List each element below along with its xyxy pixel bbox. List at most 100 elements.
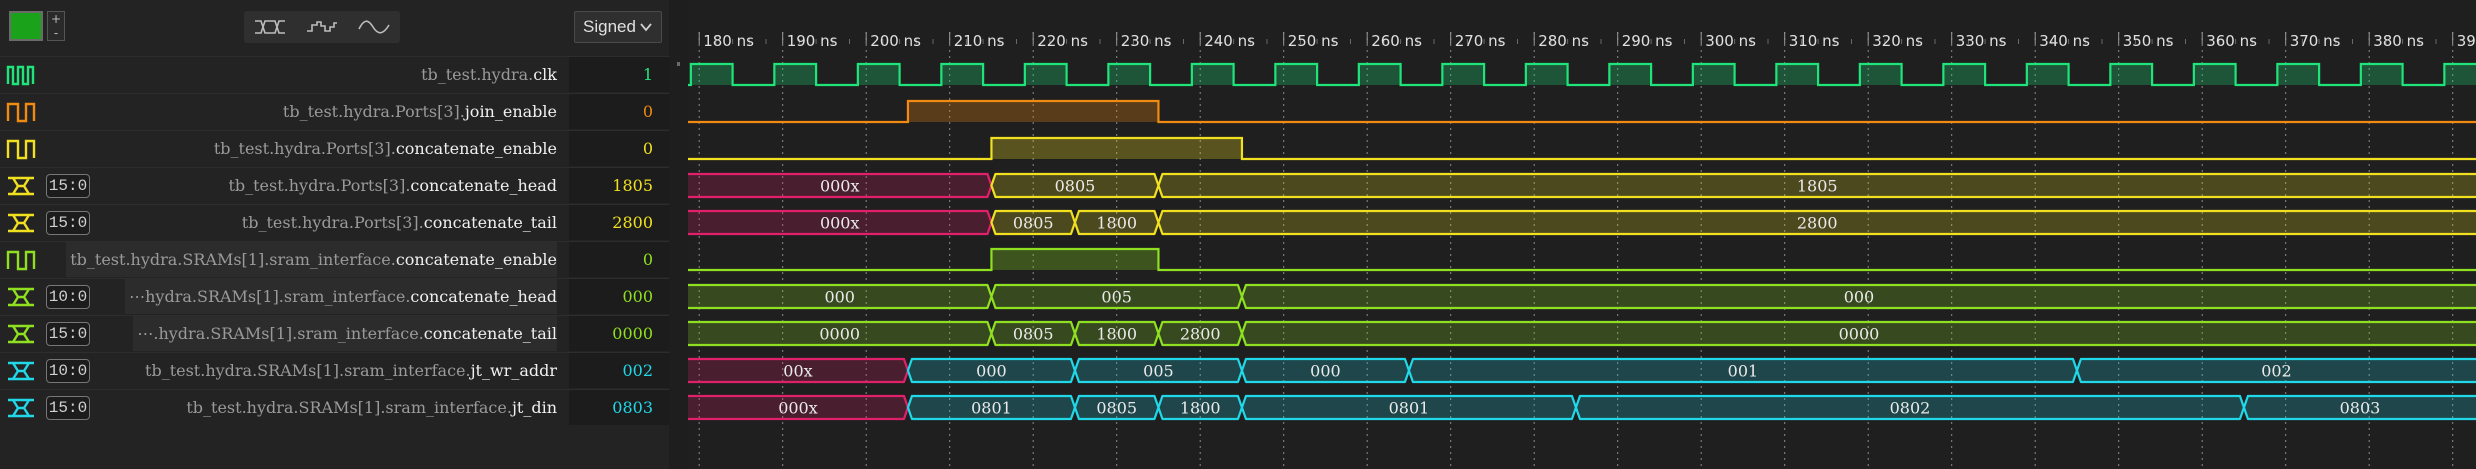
signal-leaf-name: concatenate_head — [410, 287, 557, 306]
time-tick-label: 230 ns — [1121, 32, 1172, 50]
time-tick-label: 320 ns — [1872, 32, 1923, 50]
signal-scope: tb_test.hydra.SRAMs[1].sram_interface. — [70, 250, 396, 269]
time-tick-label: 380 ns — [2373, 32, 2424, 50]
time-tick-label: 220 ns — [1037, 32, 1088, 50]
jt-wr-addr-value-label: 005 — [1143, 362, 1174, 381]
time-tick-label: 240 ns — [1204, 32, 1255, 50]
clock-high-fill — [690, 64, 733, 85]
signal-name: tb_test.hydra.Ports[3].concatenate_tail — [242, 205, 557, 240]
bus-signal-icon — [6, 212, 36, 234]
sram-concatenate-enable-waveform — [688, 247, 2476, 272]
bus-width-badge: 10:0 — [46, 285, 90, 309]
signal-value: 0000 — [569, 316, 669, 351]
time-tick-label: 350 ns — [2123, 32, 2174, 50]
analog-step-icon — [307, 21, 337, 32]
time-tick-label: 250 ns — [1288, 32, 1339, 50]
clock-high-fill — [1692, 64, 1735, 85]
concatenate-enable-high-fill — [991, 138, 1242, 159]
signal-leaf-name: concatenate_tail — [423, 213, 557, 232]
clock-high-fill — [1776, 64, 1819, 85]
signal-value: 002 — [569, 353, 669, 388]
clock-high-fill — [1525, 64, 1568, 85]
time-tick-label: 280 ns — [1538, 32, 1589, 50]
concatenate-head-value-label: 0805 — [1055, 177, 1096, 196]
zoom-out-button[interactable]: - — [48, 26, 64, 40]
analog-smooth-icon — [358, 20, 390, 34]
bus-signal-icon — [6, 323, 36, 345]
signal-name: tb_test.hydra.Ports[3].join_enable — [283, 94, 557, 129]
analog-smooth-button[interactable] — [348, 11, 400, 43]
signal-value: 0803 — [569, 390, 669, 425]
time-tick-label: 200 ns — [870, 32, 921, 50]
bus-signal-icon — [6, 175, 36, 197]
signal-leaf-name: jt_wr_addr — [470, 361, 557, 380]
signal-name: tb_test.hydra.SRAMs[1].sram_interface.jt… — [186, 390, 557, 425]
clock-high-fill — [1108, 64, 1151, 85]
jt-din-value-label: 000x — [778, 399, 818, 418]
signal-leaf-name: concatenate_enable — [395, 139, 557, 158]
sram-concatenate-head-value-label: 000 — [824, 288, 855, 307]
time-tick-label: 190 ns — [787, 32, 838, 50]
signal-leaf-name: join_enable — [464, 102, 557, 121]
bus-width-badge: 15:0 — [46, 174, 90, 198]
time-tick-label: 260 ns — [1371, 32, 1422, 50]
signal-row[interactable]: tb_test.hydra.clk 1 — [0, 56, 669, 92]
signal-leaf-name: clk — [533, 65, 557, 84]
sram-concatenate-head-value-label: 005 — [1101, 288, 1132, 307]
signal-row[interactable]: tb_test.hydra.SRAMs[1].sram_interface.co… — [0, 241, 669, 277]
toolbar: + - Signed — [0, 0, 669, 55]
signal-row[interactable]: 15:0 tb_test.hydra.SRAMs[1].sram_interfac… — [0, 389, 669, 425]
signal-row[interactable]: 15:0 ⋯.hydra.SRAMs[1].sram_interface.conc… — [0, 315, 669, 351]
clock-high-fill — [1024, 64, 1067, 85]
clock-high-fill — [1859, 64, 1902, 85]
clock-high-fill — [2110, 64, 2153, 85]
bus-width-badge: 15:0 — [46, 396, 90, 420]
signal-row[interactable]: 10:0 tb_test.hydra.SRAMs[1].sram_interfac… — [0, 352, 669, 388]
concatenate-tail-value-label: 0805 — [1013, 214, 1054, 233]
signal-leaf-name: concatenate_head — [410, 176, 557, 195]
bus-width-badge: 10:0 — [46, 359, 90, 383]
signal-scope: tb_test.hydra.Ports[3]. — [282, 102, 465, 121]
value-format-select[interactable]: Signed — [574, 11, 662, 43]
clock-high-fill — [774, 64, 817, 85]
chevron-down-icon — [640, 23, 652, 32]
signal-scope: tb_test.hydra.SRAMs[1].sram_interface. — [145, 361, 471, 380]
signal-row[interactable]: 10:0 ⋯hydra.SRAMs[1].sram_interface.conca… — [0, 278, 669, 314]
sram-concatenate-head-value-label: 000 — [1844, 288, 1875, 307]
signal-value: 0 — [569, 131, 669, 166]
bit-signal-icon — [6, 138, 36, 160]
clock-high-fill — [2277, 64, 2320, 85]
signal-scope: tb_test.hydra. — [421, 65, 534, 84]
concatenate-head-value-label: 1805 — [1797, 177, 1838, 196]
clock-high-fill — [2360, 64, 2403, 85]
signal-value: 000 — [569, 279, 669, 314]
time-tick-label: 270 ns — [1455, 32, 1506, 50]
signal-scope: tb_test.hydra.Ports[3]. — [228, 176, 411, 195]
signal-value: 0 — [569, 242, 669, 277]
clock-high-fill — [1442, 64, 1485, 85]
signal-row[interactable]: 15:0 tb_test.hydra.Ports[3].concatenate_h… — [0, 167, 669, 203]
time-tick-label: 370 ns — [2290, 32, 2341, 50]
signal-row[interactable]: tb_test.hydra.Ports[3].concatenate_enabl… — [0, 130, 669, 166]
waveform-view[interactable]: 180 ns 190 ns 200 ns 210 ns 220 ns 230 ns 240 … — [688, 0, 2476, 469]
sram-concatenate-tail-value-label: 1800 — [1096, 325, 1137, 344]
sram-concatenate-tail-value-label: 0000 — [819, 325, 860, 344]
digital-style-button[interactable] — [244, 11, 296, 43]
signal-scope: ⋯hydra.SRAMs[1].sram_interface. — [129, 287, 411, 306]
clock-high-fill — [2444, 64, 2476, 85]
panel-splitter[interactable] — [669, 0, 688, 469]
analog-step-button[interactable] — [296, 11, 348, 43]
zoom-in-button[interactable]: + — [48, 12, 64, 26]
signal-row[interactable]: tb_test.hydra.Ports[3].join_enable 0 — [0, 93, 669, 129]
color-swatch-button[interactable] — [9, 11, 43, 41]
time-tick-label: 360 ns — [2206, 32, 2257, 50]
time-tick-label: 310 ns — [1789, 32, 1840, 50]
bus-width-badge: 15:0 — [46, 322, 90, 346]
jt-din-value-label: 0801 — [971, 399, 1012, 418]
concatenate-tail-value-label: 2800 — [1797, 214, 1838, 233]
jt-din-value-label: 0803 — [2340, 399, 2381, 418]
jt-din-value-label: 0802 — [1890, 399, 1931, 418]
signal-row[interactable]: 15:0 tb_test.hydra.Ports[3].concatenate_t… — [0, 204, 669, 240]
time-tick-label: 210 ns — [954, 32, 1005, 50]
time-tick-label: 290 ns — [1622, 32, 1673, 50]
